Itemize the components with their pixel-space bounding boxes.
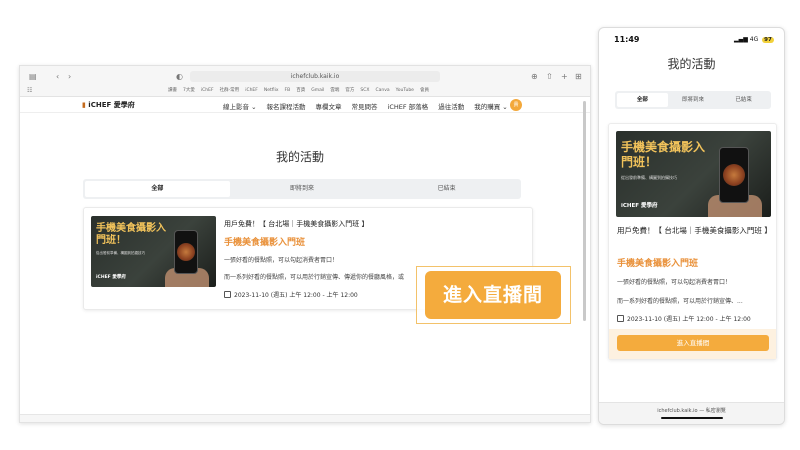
bookmark-item[interactable]: SCX	[360, 86, 369, 95]
bookmark-item[interactable]: 百貨	[296, 86, 305, 95]
tab-all[interactable]: 全部	[85, 181, 230, 197]
tab-all[interactable]: 全部	[617, 93, 668, 107]
site-logo[interactable]: ▮ iCHEF 愛學府	[82, 100, 135, 110]
battery-icon: 97	[762, 37, 774, 43]
activity-tabs: 全部 即將到來 已結束	[83, 179, 521, 199]
bookmark-item[interactable]: 社群-常用	[220, 86, 240, 95]
nav-item-videos[interactable]: 線上影音 ⌄	[223, 101, 257, 111]
event-thumbnail[interactable]: 手機美食攝影入門班！ 從出發前準備、構圖到拍攝技巧 iCHEF 愛學府	[91, 216, 216, 287]
signal-icon: ▂▄▆	[734, 36, 748, 43]
mobile-screen: 11:49 ▂▄▆ 4G 97 我的活動 全部 即將到來 已結束 手機美食攝影入…	[598, 27, 785, 425]
address-bar[interactable]: ichefclub.kaik.io	[190, 71, 440, 82]
event-description-1: 一張好看的餐點照，可以勾起消費者胃口！	[617, 279, 732, 286]
mobile-address-bar[interactable]: ichefclub.kaik.io — 私密瀏覽	[599, 402, 784, 424]
bookmark-item[interactable]: iChEF	[201, 86, 214, 95]
chevron-down-icon: ⌄	[502, 103, 508, 111]
url-text: ichefclub.kaik.io — 私密瀏覽	[657, 408, 726, 414]
enter-live-button[interactable]: 進入直播間	[425, 271, 561, 319]
browser-toolbar: ▤ ‹ › ◐ ichefclub.kaik.io ⊕ ⇧ + ⊞ ☷ 讀書 7…	[20, 66, 590, 97]
url-text: ichefclub.kaik.io	[290, 73, 340, 80]
scrollbar[interactable]	[583, 101, 586, 321]
nav-label: 我的購買	[474, 103, 501, 111]
status-indicators: ▂▄▆ 4G 97	[734, 36, 774, 43]
page-title: 我的活動	[667, 57, 716, 71]
event-date: 2023-11-10 (週五) 上午 12:00 - 上午 12:00	[617, 314, 751, 323]
thumbnail-title: 手機美食攝影入門班！	[621, 140, 706, 169]
nav-item-past-events[interactable]: 過往活動	[438, 101, 464, 111]
event-date-text: 2023-11-10 (週五) 上午 12:00 - 上午 12:00	[234, 292, 358, 299]
tab-ended[interactable]: 已結束	[718, 93, 769, 107]
food-image	[177, 243, 195, 261]
event-kicker: 用戶免費！【 台北場｜手機美食攝影入門班 】	[224, 220, 369, 228]
reading-list-icon[interactable]: ☷	[27, 86, 32, 96]
bookmark-item[interactable]: 讀書	[168, 86, 177, 95]
home-indicator[interactable]	[661, 417, 723, 419]
tab-upcoming[interactable]: 即將到來	[230, 181, 375, 197]
event-date-text: 2023-11-10 (週五) 上午 12:00 - 上午 12:00	[627, 316, 751, 323]
bookmark-item[interactable]: 7大愛	[183, 86, 195, 95]
nav-item-faq[interactable]: 常見問答	[352, 101, 378, 111]
enter-live-button[interactable]: 進入直播間	[617, 335, 769, 351]
bookmarks-bar: 讀書 7大愛 iChEF 社群-常用 iChEF Netflix FB 百貨 G…	[168, 86, 429, 95]
download-icon[interactable]: ⊕	[531, 72, 538, 82]
page-title: 我的活動	[275, 150, 324, 164]
new-tab-icon[interactable]: +	[561, 72, 568, 82]
thumbnail-subtitle: 從出發前準備、構圖到拍攝技巧	[96, 251, 145, 255]
nav-item-articles[interactable]: 專欄文章	[316, 101, 342, 111]
tab-ended[interactable]: 已結束	[374, 181, 519, 197]
desktop-browser-window: ▤ ‹ › ◐ ichefclub.kaik.io ⊕ ⇧ + ⊞ ☷ 讀書 7…	[19, 65, 591, 423]
bookmark-item[interactable]: 雲端	[330, 86, 339, 95]
share-icon[interactable]: ⇧	[546, 72, 553, 82]
main-nav: 線上影音 ⌄ 報名課程活動 專欄文章 常見問答 iCHEF 部落格 過往活動 我…	[223, 101, 508, 111]
bookmark-item[interactable]: YouTube	[396, 86, 414, 95]
chevron-down-icon: ⌄	[251, 103, 257, 111]
calendar-icon	[617, 315, 624, 322]
bookmark-item[interactable]: Netflix	[264, 86, 279, 95]
shield-icon[interactable]: ◐	[176, 72, 183, 82]
forward-icon[interactable]: ›	[68, 72, 71, 82]
bookmark-item[interactable]: Canva	[375, 86, 389, 95]
event-card[interactable]: 手機美食攝影入門班！ 從出發前準備、構圖到拍攝技巧 iCHEF 愛學府 用戶免費…	[608, 123, 777, 360]
thumbnail-title: 手機美食攝影入門班！	[96, 223, 166, 246]
event-kicker: 用戶免費！【 台北場｜手機美食攝影入門班 】	[617, 226, 772, 235]
thumbnail-subtitle: 從出發前準備、構圖到拍攝技巧	[621, 175, 677, 180]
bookmark-item[interactable]: 官方	[345, 86, 354, 95]
event-thumbnail[interactable]: 手機美食攝影入門班！ 從出發前準備、構圖到拍攝技巧 iCHEF 愛學府	[616, 131, 771, 217]
sidebar-icon[interactable]: ▤	[29, 72, 37, 82]
activity-tabs: 全部 即將到來 已結束	[615, 91, 771, 109]
network-label: 4G	[749, 36, 759, 43]
nav-label: 線上影音	[223, 103, 249, 111]
tab-upcoming[interactable]: 即將到來	[668, 93, 719, 107]
logo-mark-icon: ▮	[82, 101, 86, 109]
tab-overview-icon[interactable]: ⊞	[575, 72, 582, 82]
event-title[interactable]: 手機美食攝影入門班	[224, 235, 305, 248]
calendar-icon	[224, 291, 231, 298]
bookmark-item[interactable]: FB	[285, 86, 291, 95]
nav-item-blog[interactable]: iCHEF 部落格	[388, 101, 429, 111]
bookmark-item[interactable]: iChEF	[245, 86, 258, 95]
event-description-1: 一張好看的餐點照，可以勾起消費者胃口！	[224, 257, 339, 264]
event-title[interactable]: 手機美食攝影入門班	[617, 256, 698, 269]
thumbnail-brand: iCHEF 愛學府	[96, 275, 126, 280]
event-date: 2023-11-10 (週五) 上午 12:00 - 上午 12:00	[224, 290, 358, 299]
bookmark-item[interactable]: 會員	[420, 86, 429, 95]
event-description-2: 而一系列好看的餐點照，可以用於行銷宣傳、傳遞你的餐廳風格，或	[224, 274, 405, 281]
nav-item-courses[interactable]: 報名課程活動	[267, 101, 306, 111]
event-description-2: 而一系列好看的餐點照，可以用於行銷宣傳、...	[617, 298, 743, 305]
food-image	[723, 164, 745, 186]
back-icon[interactable]: ‹	[56, 72, 59, 82]
site-header: ▮ iCHEF 愛學府 線上影音 ⌄ 報名課程活動 專欄文章 常見問答 iCHE…	[20, 97, 590, 113]
nav-item-my-purchases[interactable]: 我的購買 ⌄	[474, 101, 508, 111]
thumbnail-brand: iCHEF 愛學府	[621, 203, 658, 209]
bookmark-item[interactable]: Gmail	[311, 86, 324, 95]
logo-text: iCHEF 愛學府	[88, 101, 135, 109]
browser-bottom-bar	[20, 414, 590, 422]
status-time: 11:49	[614, 35, 640, 44]
avatar[interactable]: 貴	[510, 99, 522, 111]
